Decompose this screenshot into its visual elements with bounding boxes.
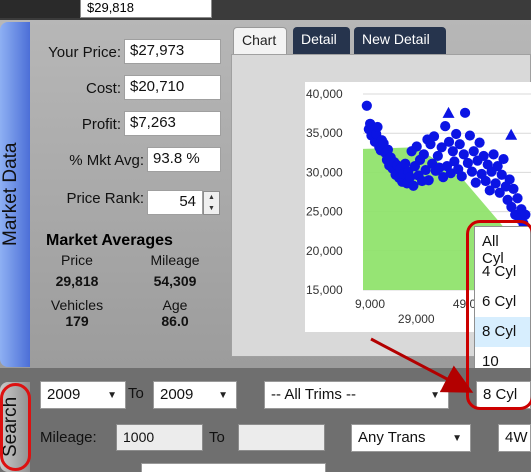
data-point xyxy=(520,209,531,220)
chevron-down-icon: ▼ xyxy=(452,433,462,444)
year-to-value: 2009 xyxy=(160,386,194,403)
data-point xyxy=(451,128,462,140)
data-point xyxy=(474,137,485,148)
profit-input[interactable]: $7,263 xyxy=(124,111,221,136)
data-point xyxy=(443,136,455,147)
avg-vehicles-label: Vehicles xyxy=(50,297,104,313)
search-highlight xyxy=(0,383,31,471)
your-price-input[interactable]: $27,973 xyxy=(124,39,221,64)
data-point xyxy=(490,178,501,189)
data-point xyxy=(456,171,467,182)
trims-select[interactable]: -- All Trims -- ▼ xyxy=(264,381,449,409)
avg-mileage-value: 54,309 xyxy=(153,273,197,289)
avg-price-label: Price xyxy=(61,252,93,268)
dropdown-highlight xyxy=(466,220,531,410)
year-to-select[interactable]: 2009 ▼ xyxy=(153,381,237,409)
avg-vehicles-value: 179 xyxy=(65,313,89,329)
top-tab-left xyxy=(0,0,80,18)
data-point xyxy=(418,149,429,160)
mkt-avg-input[interactable]: 93.8 % xyxy=(147,147,221,172)
data-point xyxy=(488,149,499,160)
drive-select[interactable]: 4W xyxy=(498,424,531,452)
data-point xyxy=(470,177,481,188)
mileage-to-label: To xyxy=(209,429,225,446)
tab-new-detail[interactable]: New Detail xyxy=(354,27,446,54)
y-tick-label: 20,000 xyxy=(306,244,343,258)
mileage-to-input[interactable] xyxy=(238,424,325,451)
y-tick-label: 15,000 xyxy=(306,283,343,297)
avg-age-label: Age xyxy=(162,297,188,313)
y-tick-label: 40,000 xyxy=(306,87,343,101)
data-point xyxy=(468,146,479,157)
trims-value: -- All Trims -- xyxy=(271,386,356,403)
your-price-label: Your Price: xyxy=(48,44,121,61)
spinner-up-icon[interactable]: ▲ xyxy=(204,192,219,203)
data-point xyxy=(440,121,451,132)
data-point xyxy=(459,107,471,118)
market-averages-title: Market Averages xyxy=(46,232,173,249)
profit-label: Profit: xyxy=(81,116,121,133)
data-point xyxy=(464,130,476,141)
mileage-from-input[interactable]: 1000 xyxy=(116,424,203,451)
data-point xyxy=(428,131,440,142)
data-point xyxy=(480,175,491,187)
year-from-select[interactable]: 2009 ▼ xyxy=(40,381,126,409)
trans-value: Any Trans xyxy=(358,429,426,446)
chevron-down-icon: ▼ xyxy=(107,390,117,401)
price-rank-spinner[interactable]: ▲ ▼ xyxy=(203,191,220,215)
avg-mileage-label: Mileage xyxy=(150,252,200,268)
data-point xyxy=(423,175,434,186)
data-point xyxy=(411,141,422,152)
drive-value: 4W xyxy=(505,429,528,446)
top-price-input[interactable]: $29,818 xyxy=(80,0,212,18)
cost-label: Cost: xyxy=(85,80,121,97)
mileage-label: Mileage: xyxy=(40,429,97,446)
price-rank-label: Price Rank: xyxy=(66,190,144,207)
price-rank-input[interactable]: 54 xyxy=(147,190,203,215)
data-point xyxy=(408,180,419,191)
avg-age-value: 86.0 xyxy=(161,313,189,329)
data-point xyxy=(504,174,515,185)
data-point xyxy=(498,153,509,165)
y-tick-label: 35,000 xyxy=(306,126,343,140)
y-tick-label: 25,000 xyxy=(306,205,343,219)
trans-select[interactable]: Any Trans ▼ xyxy=(351,424,471,452)
x-tick-label: 9,000 xyxy=(355,297,385,311)
data-point xyxy=(466,166,478,177)
x-tick-label: 29,000 xyxy=(398,312,435,326)
data-point xyxy=(454,139,465,150)
y-tick-label: 30,000 xyxy=(306,165,343,179)
data-point-triangle xyxy=(505,128,518,140)
year-from-value: 2009 xyxy=(47,386,81,403)
chevron-down-icon: ▼ xyxy=(430,390,440,401)
spinner-down-icon[interactable]: ▼ xyxy=(204,203,219,214)
to-label: To xyxy=(128,385,144,402)
chevron-down-icon: ▼ xyxy=(218,390,228,401)
market-data-tab[interactable]: Market Data xyxy=(0,22,30,367)
tab-detail[interactable]: Detail xyxy=(293,27,350,54)
avg-price-value: 29,818 xyxy=(55,273,99,289)
data-point xyxy=(372,121,383,133)
cost-input[interactable]: $20,710 xyxy=(124,75,221,100)
bottom-input[interactable] xyxy=(141,463,326,472)
data-point xyxy=(508,183,519,194)
data-point xyxy=(361,100,372,111)
tab-chart[interactable]: Chart xyxy=(233,27,287,54)
mkt-avg-label: % Mkt Avg: xyxy=(69,152,144,169)
data-point xyxy=(512,193,523,204)
top-bar: $29,818 xyxy=(0,0,531,20)
data-point-triangle xyxy=(442,106,455,118)
